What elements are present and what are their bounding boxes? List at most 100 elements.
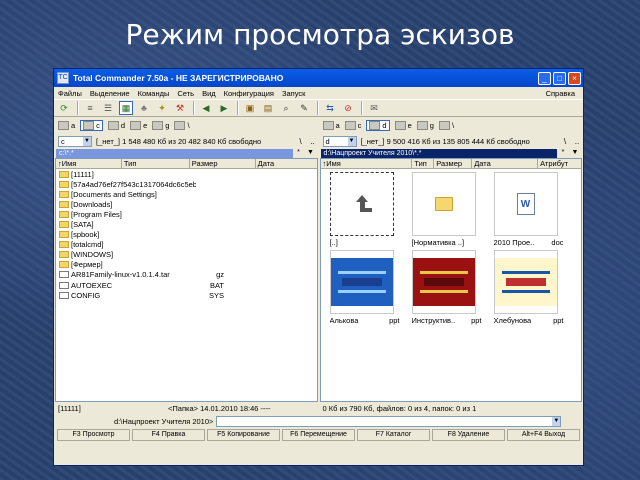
wrench-icon[interactable]: ⚒ bbox=[173, 101, 187, 115]
find-icon[interactable]: ⌕ bbox=[279, 101, 293, 115]
list-item[interactable]: AR81Family-linux-v1.0.1.4.tar gz bbox=[56, 270, 317, 280]
left-drive-c[interactable]: c bbox=[80, 120, 103, 131]
maximize-button[interactable]: □ bbox=[553, 71, 566, 85]
f4-edit-button[interactable]: F4 Правка bbox=[132, 429, 205, 441]
right-panel[interactable]: ↑Имя Тип Размер Дата Атрибут [..] [Норма… bbox=[319, 158, 582, 402]
list-item[interactable]: [WINDOWS] bbox=[56, 250, 317, 260]
thumbnail-item[interactable]: [..] bbox=[328, 172, 410, 250]
back-icon[interactable]: ◀ bbox=[199, 101, 213, 115]
f8-delete-button[interactable]: F8 Удаление bbox=[432, 429, 505, 441]
left-root-button[interactable]: \ bbox=[295, 137, 307, 146]
notepad-icon[interactable]: ✉ bbox=[367, 101, 381, 115]
menu-files[interactable]: Файлы bbox=[58, 89, 82, 98]
f5-copy-button[interactable]: F5 Копирование bbox=[207, 429, 280, 441]
rename-icon[interactable]: ✎ bbox=[297, 101, 311, 115]
thumbnail-label: 2010 Прое.. doc bbox=[493, 238, 564, 247]
right-network-drive[interactable]: \ bbox=[438, 121, 454, 130]
toolbar-separator bbox=[361, 101, 363, 115]
right-drive-select[interactable]: d ▼ bbox=[322, 135, 357, 147]
f6-move-button[interactable]: F6 Перемещение bbox=[282, 429, 355, 441]
unpack-icon[interactable]: ▤ bbox=[261, 101, 275, 115]
left-drive-g[interactable]: g bbox=[152, 121, 169, 130]
f3-view-button[interactable]: F3 Просмотр bbox=[57, 429, 130, 441]
left-drive-d[interactable]: d bbox=[107, 121, 125, 130]
right-drive-e[interactable]: e bbox=[394, 121, 412, 130]
left-network-drive[interactable]: \ bbox=[174, 121, 190, 130]
column-size[interactable]: Размер bbox=[190, 159, 256, 168]
right-drive-c[interactable]: c bbox=[344, 121, 361, 130]
chevron-down-icon[interactable]: ▼ bbox=[552, 416, 561, 426]
list-item[interactable]: [Program Files] bbox=[56, 209, 317, 219]
left-history-button[interactable]: * bbox=[293, 149, 305, 158]
thumbnail-label: Инструктив.. ppt bbox=[411, 316, 482, 325]
column-name[interactable]: ↑Имя bbox=[56, 159, 122, 168]
pack-icon[interactable]: ▣ bbox=[243, 101, 257, 115]
right-hotlist-button[interactable]: ▼ bbox=[569, 149, 581, 158]
list-item[interactable]: AUTOEXEC BAT bbox=[56, 280, 317, 290]
list-item[interactable]: [Downloads] bbox=[56, 199, 317, 209]
column-date[interactable]: Дата bbox=[256, 159, 317, 168]
column-date[interactable]: Дата bbox=[472, 159, 539, 168]
right-current-path[interactable]: d:\Нацпроект Учителя 2010\*.* bbox=[320, 148, 557, 158]
left-drive-e[interactable]: e bbox=[130, 121, 147, 130]
menu-configuration[interactable]: Конфигурация bbox=[224, 89, 274, 98]
menu-start[interactable]: Запуск bbox=[282, 89, 305, 98]
f7-mkdir-button[interactable]: F7 Каталог bbox=[357, 429, 430, 441]
thumbnail-item[interactable]: W 2010 Прое.. doc bbox=[492, 172, 574, 250]
right-drive-a[interactable]: a bbox=[322, 121, 340, 130]
forward-icon[interactable]: ▶ bbox=[217, 101, 231, 115]
left-up-button[interactable]: .. bbox=[307, 137, 319, 146]
ftp-icon[interactable]: ⇆ bbox=[323, 101, 337, 115]
close-button[interactable]: × bbox=[568, 71, 581, 85]
title-bar[interactable]: TC Total Commander 7.50a - НЕ ЗАРЕГИСТРИ… bbox=[54, 69, 583, 87]
left-drive-select[interactable]: c ▼ bbox=[58, 135, 92, 147]
brief-view-icon[interactable]: ≡ bbox=[83, 101, 97, 115]
left-current-path[interactable]: c:\*.* bbox=[56, 148, 293, 158]
list-item[interactable]: [Фермер] bbox=[56, 260, 317, 270]
full-view-icon[interactable]: ☰ bbox=[101, 101, 115, 115]
menu-network[interactable]: Сеть bbox=[177, 89, 194, 98]
thumbnail-item[interactable]: Алькова ppt bbox=[328, 250, 410, 328]
invert-selection-icon[interactable]: ✦ bbox=[155, 101, 169, 115]
list-item[interactable]: [SATA] bbox=[56, 219, 317, 229]
minimize-button[interactable]: _ bbox=[538, 71, 551, 85]
list-item[interactable]: [11111] bbox=[56, 169, 317, 179]
list-item[interactable]: [spbook] bbox=[56, 230, 317, 240]
column-attributes[interactable]: Атрибут bbox=[538, 159, 581, 168]
thumbnails-view-icon[interactable]: ▦ bbox=[119, 101, 133, 115]
refresh-icon[interactable]: ⟳ bbox=[57, 101, 71, 115]
menu-view[interactable]: Вид bbox=[202, 89, 216, 98]
column-type[interactable]: Тип bbox=[412, 159, 435, 168]
column-type[interactable]: Тип bbox=[122, 159, 190, 168]
thumbnail-item[interactable]: Инструктив.. ppt bbox=[410, 250, 492, 328]
thumbnail-item[interactable]: Хлебунова ppt bbox=[492, 250, 574, 328]
right-drive-d[interactable]: d bbox=[366, 120, 390, 131]
thumbnail-item[interactable]: [Нормативка ..] bbox=[410, 172, 492, 250]
menu-selection[interactable]: Выделение bbox=[90, 89, 130, 98]
left-drive-a[interactable]: a bbox=[58, 121, 75, 130]
list-item[interactable]: CONFIG SYS bbox=[56, 290, 317, 300]
left-hotlist-button[interactable]: ▼ bbox=[305, 149, 317, 158]
column-name[interactable]: ↑Имя bbox=[321, 159, 413, 168]
slide-title-band bbox=[501, 290, 550, 293]
file-panels: ↑Имя Тип Размер Дата [11111] [57a4ad76ef… bbox=[54, 158, 583, 402]
tree-view-icon[interactable]: ♣ bbox=[137, 101, 151, 115]
menu-help[interactable]: Справка bbox=[546, 89, 575, 98]
list-item[interactable]: [Documents and Settings] bbox=[56, 189, 317, 199]
right-history-button[interactable]: * bbox=[557, 149, 569, 158]
list-item[interactable]: [57a4ad76ef27f543c1317064dc6c5ebb] bbox=[56, 179, 317, 189]
left-panel[interactable]: ↑Имя Тип Размер Дата [11111] [57a4ad76ef… bbox=[55, 158, 318, 402]
thumbnail-frame: W bbox=[493, 172, 558, 236]
column-size[interactable]: Размер bbox=[434, 159, 473, 168]
alt-f4-exit-button[interactable]: Alt+F4 Выход bbox=[507, 429, 580, 441]
thumbnail-frame bbox=[493, 250, 558, 314]
list-item[interactable]: [totalcmd] bbox=[56, 240, 317, 250]
slide-preview-image bbox=[412, 258, 475, 306]
right-root-button[interactable]: \ bbox=[559, 137, 571, 146]
right-up-button[interactable]: .. bbox=[571, 137, 583, 146]
command-input[interactable]: ▼ bbox=[216, 415, 562, 427]
function-key-bar: F3 Просмотр F4 Правка F5 Копирование F6 … bbox=[54, 428, 583, 442]
right-drive-g[interactable]: g bbox=[416, 121, 434, 130]
ftp-disconnect-icon[interactable]: ⊘ bbox=[341, 101, 355, 115]
menu-commands[interactable]: Команды bbox=[138, 89, 170, 98]
